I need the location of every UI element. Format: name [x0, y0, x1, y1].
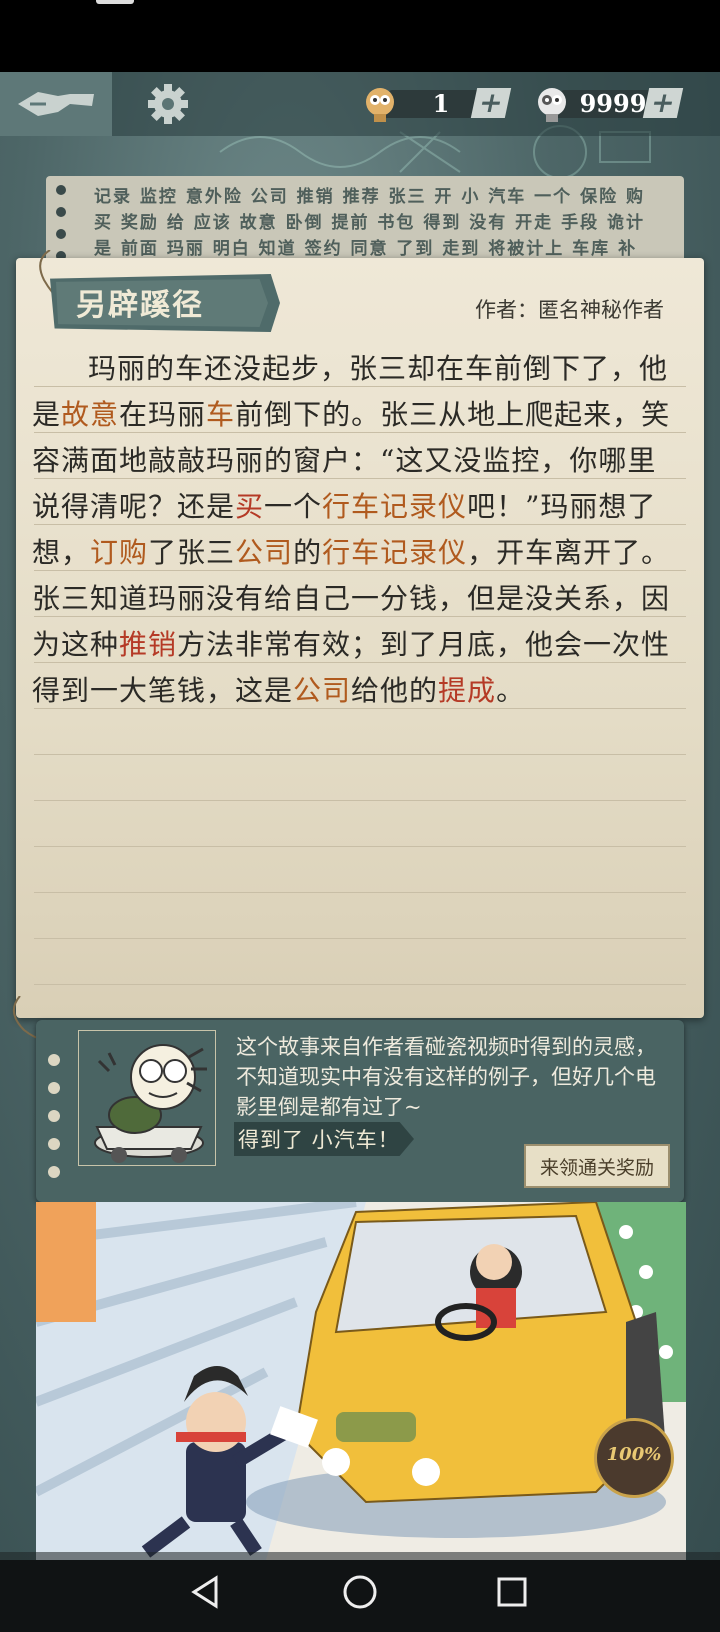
paper-rule: [34, 938, 686, 939]
story-title: 另辟蹊径: [76, 288, 204, 323]
story-author: 作者：匿名神秘作者: [475, 298, 664, 322]
currency-b: 9999 +: [534, 86, 694, 122]
paper-rule: [34, 984, 686, 985]
currency-b-add-button[interactable]: +: [642, 86, 684, 119]
nav-recents-icon[interactable]: [492, 1572, 532, 1612]
story-text: 了张三: [148, 536, 236, 569]
paper-rule: [34, 892, 686, 893]
ending-card: 这个故事来自作者看碰瓷视频时得到的灵感，不知道现实中有没有这样的例子，但好几个电…: [36, 1020, 684, 1202]
story-text: 在玛丽: [119, 398, 207, 431]
currency-a-add-button[interactable]: +: [470, 86, 512, 119]
story-keyword[interactable]: 行车记录仪: [322, 490, 467, 523]
top-bar: 1 + 9999 +: [0, 72, 720, 136]
story-keyword[interactable]: 公司: [235, 536, 293, 569]
story-keyword[interactable]: 故意: [61, 398, 119, 431]
story-text: 一个: [264, 490, 323, 523]
story-keyword[interactable]: 订购: [90, 536, 148, 569]
mascot-head-icon: [366, 88, 394, 122]
paper-rule: [34, 846, 686, 847]
paper-rule: [34, 754, 686, 755]
word-list: 记录 监控 意外险 公司 推销 推荐 张三 开 小 汽车 一个 保险 购 买 奖…: [94, 184, 674, 262]
car-scene-illustration: [36, 1202, 686, 1560]
status-bar: [0, 0, 720, 72]
paper-rule: [34, 800, 686, 801]
claim-reward-button[interactable]: 来领通关奖励: [524, 1144, 670, 1188]
nav-back-icon[interactable]: [186, 1572, 226, 1612]
pen-back-icon: [18, 92, 94, 116]
story-text: 的: [293, 536, 323, 569]
story-text: 给他的: [351, 674, 439, 707]
story-body: 玛丽的车还没起步，张三却在车前倒下了，他是故意在玛丽车前倒下的。张三从地上爬起来…: [32, 346, 684, 714]
word-notes-strip: 记录 监控 意外险 公司 推销 推荐 张三 开 小 汽车 一个 保险 购 买 奖…: [46, 176, 684, 266]
story-keyword[interactable]: 车: [206, 398, 235, 431]
completion-percent: 100%: [606, 1444, 662, 1465]
binder-holes-icon: [48, 1054, 60, 1178]
story-keyword[interactable]: 买: [235, 490, 264, 523]
story-keyword[interactable]: 推销: [119, 628, 177, 661]
settings-button[interactable]: [140, 80, 196, 128]
mascot-in-car-icon: [94, 1044, 207, 1163]
story-text: 。: [496, 674, 526, 707]
currency-a: 1 +: [362, 86, 522, 122]
story-keyword[interactable]: 行车记录仪: [322, 536, 467, 569]
story-paper: 另辟蹊径 作者：匿名神秘作者 玛丽的车还没起步，张三却在车前倒下了，他是故意在玛…: [16, 250, 704, 1018]
story-keyword[interactable]: 公司: [293, 674, 351, 707]
nav-home-icon[interactable]: [340, 1572, 380, 1612]
story-illustration: [36, 1202, 686, 1560]
word-line-2: 买 奖励 给 应该 故意 卧倒 提前 书包 得到 没有 开走 手段 诡计: [94, 213, 646, 233]
reward-text: 得到了 小汽车！: [238, 1128, 400, 1152]
mascot-head-dark-icon: [538, 88, 566, 122]
status-indicator: [96, 0, 134, 4]
back-button[interactable]: [0, 72, 112, 136]
story-keyword[interactable]: 提成: [438, 674, 496, 707]
word-line-1: 记录 监控 意外险 公司 推销 推荐 张三 开 小 汽车 一个 保险 购: [94, 187, 646, 207]
gear-icon: [148, 84, 188, 124]
story-note: 这个故事来自作者看碰瓷视频时得到的灵感，不知道现实中有没有这样的例子，但好几个电…: [236, 1035, 656, 1119]
reward-portrait: [78, 1030, 216, 1166]
game-screen: 1 + 9999 + 记录 监控 意外险 公司 推销 推荐 张三 开 小 汽车 …: [0, 72, 720, 1632]
system-nav-bar: [0, 1552, 720, 1632]
